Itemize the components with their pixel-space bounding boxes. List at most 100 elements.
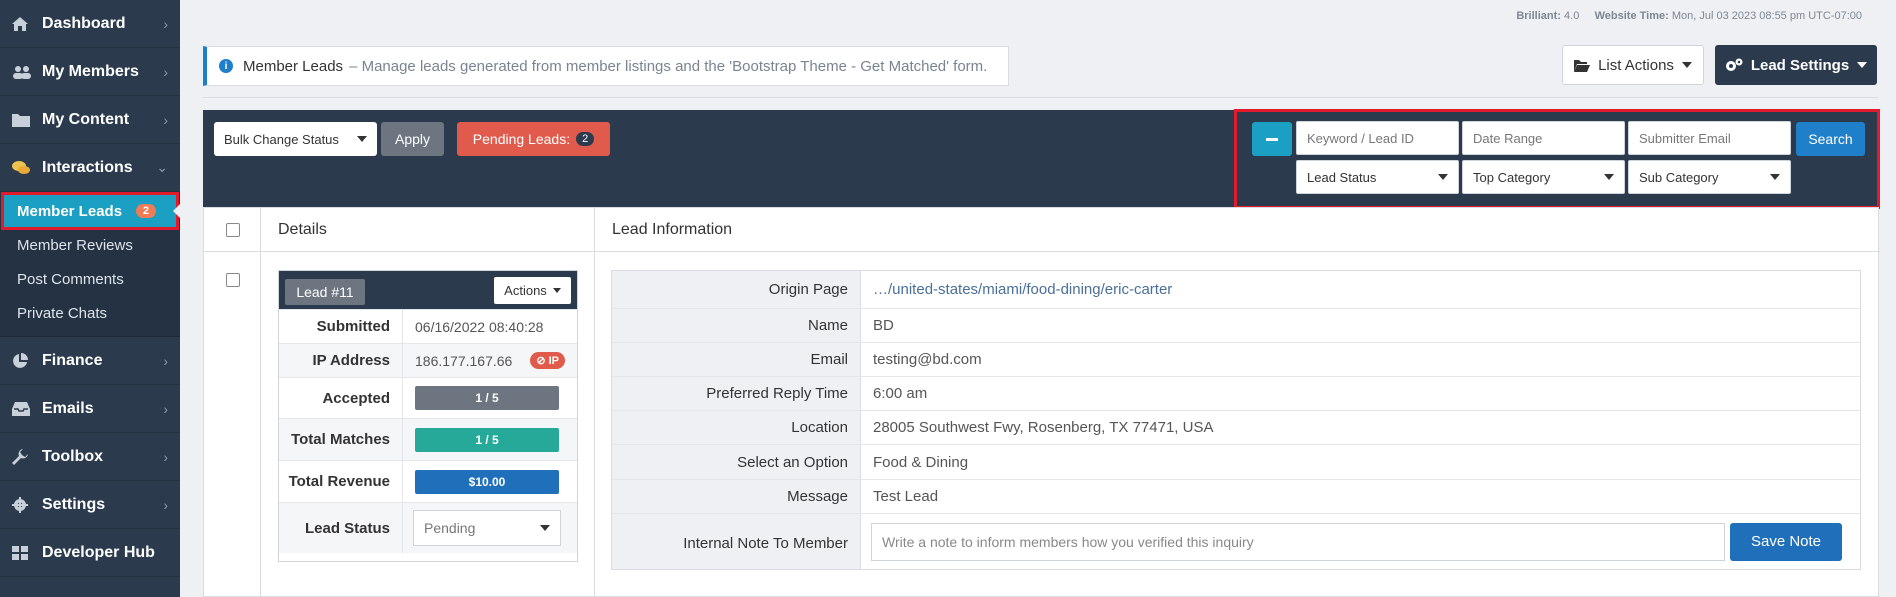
lead-information-header: Lead Information	[612, 221, 733, 238]
block-ip-button[interactable]: ⊘ IP	[530, 352, 565, 369]
filter-panel: Keyword / Lead ID Date Range Submitter E…	[1234, 109, 1880, 209]
info-row: Location 28005 Southwest Fwy, Rosenberg,…	[612, 410, 1860, 444]
info-label: Select an Option	[612, 445, 861, 479]
info-value: BD	[873, 317, 894, 334]
sidebar-item-label: Emails	[42, 399, 94, 417]
matches-cell: 1 / 5	[403, 419, 577, 460]
accepted-pill: 1 / 5	[415, 386, 559, 410]
bulk-status-label: Bulk Change Status	[224, 131, 339, 147]
sidebar-item-toolbox[interactable]: Toolbox ›	[0, 433, 180, 481]
info-label: Name	[612, 309, 861, 342]
lead-information-table: Origin Page …/united-states/miami/food-d…	[611, 270, 1861, 570]
sidebar-subitem-post-comments[interactable]: Post Comments	[0, 262, 180, 296]
sidebar-item-label: My Content	[42, 110, 130, 128]
ip-label: IP Address	[279, 344, 403, 377]
submitted-row: Submitted 06/16/2022 08:40:28	[279, 309, 577, 343]
pending-leads-button[interactable]: Pending Leads: 2	[457, 122, 610, 156]
bulk-change-status-select[interactable]: Bulk Change Status	[214, 122, 377, 156]
lead-status-select[interactable]: Pending	[413, 510, 561, 546]
sub-category-label: Sub Category	[1639, 169, 1719, 185]
row-checkbox[interactable]	[226, 273, 240, 287]
chevron-down-icon	[1681, 62, 1692, 68]
pending-count-badge: 2	[576, 132, 595, 146]
chevron-right-icon: ›	[163, 111, 168, 128]
list-actions-label: List Actions	[1598, 56, 1674, 74]
info-row: Preferred Reply Time 6:00 am	[612, 376, 1860, 410]
wrench-icon	[12, 448, 42, 465]
submitter-email-input[interactable]: Submitter Email	[1628, 121, 1791, 155]
ip-row: IP Address 186.177.167.66 ⊘ IP	[279, 343, 577, 377]
collapse-filters-button[interactable]	[1252, 122, 1292, 156]
info-value: testing@bd.com	[873, 351, 982, 368]
chevron-right-icon: ›	[163, 352, 168, 369]
folder-icon	[12, 113, 42, 127]
minus-icon	[1266, 137, 1278, 141]
sidebar-item-my-members[interactable]: My Members ›	[0, 48, 180, 96]
page-info-box: i Member Leads – Manage leads generated …	[203, 46, 1009, 86]
list-actions-button[interactable]: List Actions	[1562, 45, 1704, 85]
gear-icon	[12, 496, 42, 513]
sidebar-item-label: My Members	[42, 62, 139, 80]
chevron-right-icon: ›	[163, 400, 168, 417]
brand-version: 4.0	[1564, 10, 1580, 22]
header-divider	[203, 97, 1878, 98]
top-category-select[interactable]: Top Category	[1462, 160, 1625, 194]
keyword-input[interactable]: Keyword / Lead ID	[1296, 121, 1459, 155]
sub-category-select[interactable]: Sub Category	[1628, 160, 1791, 194]
time-label: Website Time:	[1594, 10, 1669, 22]
info-label: Origin Page	[612, 271, 861, 308]
submitted-value: 06/16/2022 08:40:28	[415, 318, 544, 335]
grid-icon	[12, 545, 42, 560]
lead-status-cell: Pending	[403, 503, 577, 553]
pending-leads-label: Pending Leads:	[472, 131, 571, 147]
column-divider	[260, 208, 261, 597]
info-row: Message Test Lead	[612, 479, 1860, 513]
select-all-checkbox[interactable]	[226, 223, 240, 237]
lead-status-label: Lead Status	[1307, 169, 1377, 185]
sidebar-item-emails[interactable]: Emails ›	[0, 385, 180, 433]
sidebar-item-label: Toolbox	[42, 447, 104, 465]
sidebar-item-finance[interactable]: Finance ›	[0, 337, 180, 385]
sidebar-subitem-member-reviews[interactable]: Member Reviews	[0, 228, 180, 262]
revenue-cell: $10.00	[403, 461, 577, 502]
save-note-button[interactable]: Save Note	[1730, 522, 1842, 561]
sidebar-subitem-private-chats[interactable]: Private Chats	[0, 296, 180, 330]
sidebar-item-my-content[interactable]: My Content ›	[0, 96, 180, 144]
sidebar-subitem-member-leads[interactable]: Member Leads 2	[1, 192, 180, 230]
active-caret-icon	[173, 204, 180, 218]
matches-pill: 1 / 5	[415, 427, 559, 452]
accepted-label: Accepted	[279, 378, 403, 418]
submitted-label: Submitted	[279, 310, 403, 343]
apply-button[interactable]: Apply	[381, 122, 444, 156]
brand-label: Brilliant:	[1516, 10, 1561, 22]
sidebar-item-interactions[interactable]: Interactions ⌄	[0, 144, 180, 192]
sidebar-item-dashboard[interactable]: Dashboard ›	[0, 0, 180, 48]
lead-settings-button[interactable]: Lead Settings	[1715, 45, 1877, 85]
chevron-down-icon	[1770, 174, 1780, 180]
site-info: Brilliant: 4.0 Website Time: Mon, Jul 03…	[1516, 10, 1862, 22]
chevron-down-icon	[1604, 174, 1614, 180]
leads-table: Details Lead Information Lead #11 Action…	[203, 207, 1880, 597]
lead-status-label: Lead Status	[279, 503, 403, 553]
sidebar-item-settings[interactable]: Settings ›	[0, 481, 180, 529]
lead-status-select[interactable]: Lead Status	[1296, 160, 1459, 194]
info-row: Email testing@bd.com	[612, 342, 1860, 376]
lead-id-tag: Lead #11	[285, 279, 365, 305]
sidebar-subitem-label: Member Leads	[17, 202, 123, 220]
internal-note-textarea[interactable]: Write a note to inform members how you v…	[871, 522, 1725, 561]
pie-chart-icon	[12, 352, 42, 369]
leads-count-badge: 2	[135, 204, 156, 218]
origin-page-link[interactable]: …/united-states/miami/food-dining/eric-c…	[861, 271, 1860, 308]
internal-note-label: Internal Note To Member	[612, 514, 861, 569]
info-label: Location	[612, 411, 861, 444]
lead-actions-button[interactable]: Actions	[494, 277, 571, 304]
date-range-input[interactable]: Date Range	[1462, 121, 1625, 155]
accepted-row: Accepted 1 / 5	[279, 377, 577, 418]
revenue-row: Total Revenue $10.00	[279, 460, 577, 502]
inbox-icon	[12, 401, 42, 416]
sidebar-item-developer-hub[interactable]: Developer Hub	[0, 529, 180, 577]
search-button[interactable]: Search	[1796, 122, 1865, 156]
info-value: 28005 Southwest Fwy, Rosenberg, TX 77471…	[873, 419, 1214, 436]
lead-card-header: Lead #11 Actions	[279, 271, 577, 309]
top-category-label: Top Category	[1473, 169, 1551, 185]
